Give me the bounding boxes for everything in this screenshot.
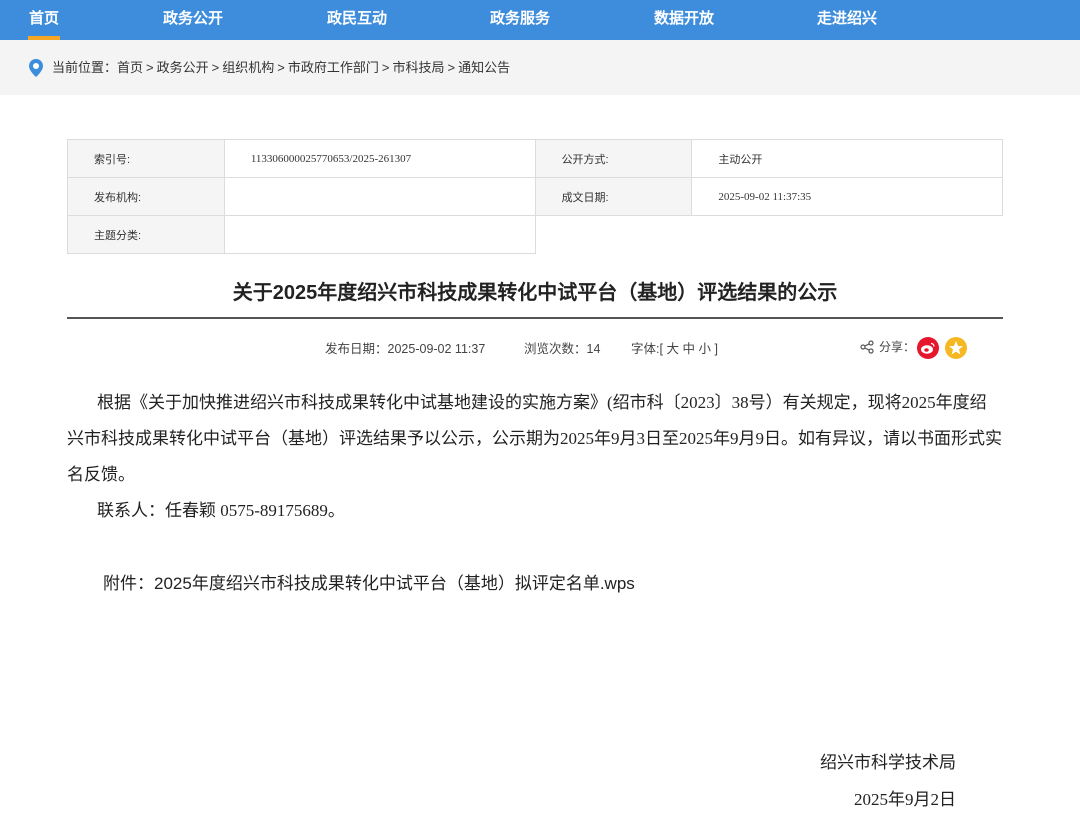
breadcrumb-separator: > xyxy=(277,60,285,75)
breadcrumb-gov-affairs-public[interactable]: 政务公开 xyxy=(157,60,209,75)
public-mode-value: 主动公开 xyxy=(691,139,1003,178)
breadcrumb-home[interactable]: 首页 xyxy=(117,60,143,75)
publisher-label: 发布机构: xyxy=(67,177,225,216)
weibo-icon xyxy=(921,342,935,354)
font-size-small-button[interactable]: 小 xyxy=(698,342,711,356)
publish-date-label: 发布日期： xyxy=(325,342,388,356)
topic-value xyxy=(223,215,536,254)
article-body: 根据《关于加快推进绍兴市科技成果转化中试基地建设的实施方案》(绍市科〔2023〕… xyxy=(67,385,1003,529)
public-mode-label: 公开方式: xyxy=(534,139,693,178)
article-title: 关于2025年度绍兴市科技成果转化中试平台（基地）评选结果的公示 xyxy=(232,282,838,304)
share-icon xyxy=(860,340,874,354)
nav-item-home[interactable]: 首页 xyxy=(28,0,60,40)
breadcrumb-municipal-departments[interactable]: 市政府工作部门 xyxy=(288,60,379,75)
document-meta-table: 索引号: 113306000025770653/2025-261307 公开方式… xyxy=(67,139,1003,254)
font-size-label: 字体:[ xyxy=(631,342,663,356)
topic-label: 主题分类: xyxy=(67,215,225,254)
breadcrumb-separator: > xyxy=(447,60,456,75)
index-label: 索引号: xyxy=(67,139,225,178)
breadcrumb: 当前位置：首页 > 政务公开 > 组织机构 > 市政府工作部门 > 市科技局 > 通知公告 xyxy=(52,59,510,77)
breadcrumb-separator: > xyxy=(211,60,220,75)
nav-item-interaction[interactable]: 政民互动 xyxy=(326,0,388,40)
weibo-share-button[interactable] xyxy=(917,337,939,359)
breadcrumb-separator: > xyxy=(381,60,390,75)
font-size-large-button[interactable]: 大 xyxy=(666,342,679,356)
body-paragraph: 根据《关于加快推进绍兴市科技成果转化中试基地建设的实施方案》(绍市科〔2023〕… xyxy=(67,393,1002,484)
breadcrumb-bar: 当前位置：首页 > 政务公开 > 组织机构 > 市政府工作部门 > 市科技局 > 通知公告 xyxy=(0,40,1080,95)
font-size-medium-button[interactable]: 中 xyxy=(682,342,695,356)
breadcrumb-organization[interactable]: 组织机构 xyxy=(222,60,274,75)
meta-empty-cell xyxy=(535,215,1003,254)
font-size-close: ] xyxy=(714,342,718,356)
top-navigation: 首页 政务公开 政民互动 政务服务 数据开放 走进绍兴 xyxy=(0,0,1080,40)
attachment-link[interactable]: 附件：2025年度绍兴市科技成果转化中试平台（基地）拟评定名单.wps xyxy=(103,569,635,599)
location-pin-icon xyxy=(29,59,43,77)
font-size-control: 字体:[ 大 中 小 ] xyxy=(631,340,718,358)
publisher-value xyxy=(223,177,536,216)
share-label: 分享： xyxy=(879,340,916,354)
nav-item-open-data[interactable]: 数据开放 xyxy=(653,0,715,40)
index-value: 113306000025770653/2025-261307 xyxy=(223,139,536,178)
signature-organization: 绍兴市科学技术局 xyxy=(820,753,956,772)
qzone-icon xyxy=(949,341,963,355)
nav-item-services[interactable]: 政务服务 xyxy=(489,0,551,40)
qzone-share-button[interactable] xyxy=(945,337,967,359)
nav-item-gov-affairs-public[interactable]: 政务公开 xyxy=(162,0,224,40)
attachment-label: 附件： xyxy=(103,574,154,593)
attachment-filename: 2025年度绍兴市科技成果转化中试平台（基地）拟评定名单.wps xyxy=(154,574,635,593)
nav-item-about-shaoxing[interactable]: 走进绍兴 xyxy=(816,0,878,40)
title-divider xyxy=(67,317,1003,319)
created-date-value: 2025-09-02 11:37:35 xyxy=(691,177,1003,216)
view-count-value: 14 xyxy=(586,342,601,356)
publish-date: 发布日期：2025-09-02 11:37 xyxy=(325,340,485,358)
contact-paragraph: 联系人：任春颖 0575-89175689。 xyxy=(97,501,345,520)
created-date-label: 成文日期: xyxy=(534,177,693,216)
breadcrumb-separator: > xyxy=(146,60,154,75)
publish-date-value: 2025-09-02 11:37 xyxy=(387,342,486,356)
signature-date: 2025年9月2日 xyxy=(854,790,956,809)
view-count-label: 浏览次数： xyxy=(524,342,587,356)
breadcrumb-prefix: 当前位置： xyxy=(52,60,118,75)
view-count: 浏览次数：14 xyxy=(524,340,600,358)
breadcrumb-notices[interactable]: 通知公告 xyxy=(458,60,510,75)
breadcrumb-science-bureau[interactable]: 市科技局 xyxy=(392,60,444,75)
